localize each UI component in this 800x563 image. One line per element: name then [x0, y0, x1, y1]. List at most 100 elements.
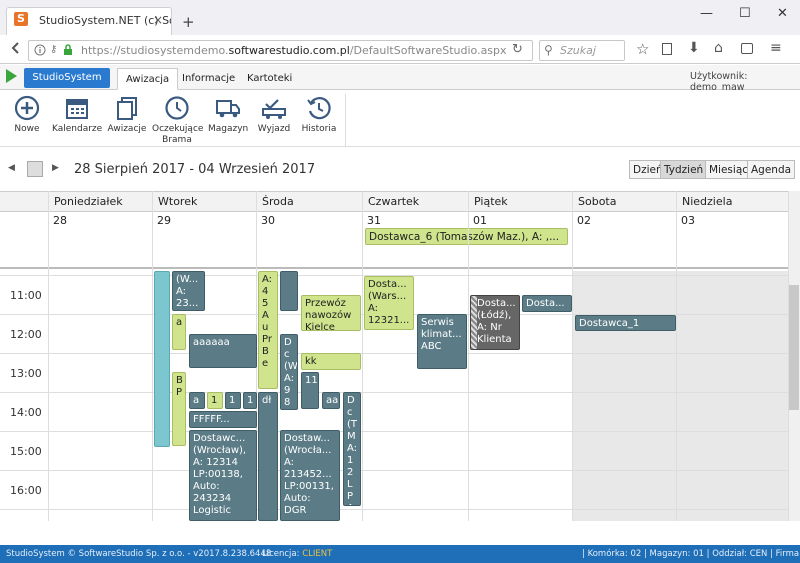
allday-event[interactable]: Dostawca_6 (Tomaszów Maz.), A: ,... — [365, 228, 568, 245]
documents-icon — [117, 97, 137, 120]
column-line — [362, 191, 363, 521]
event-block[interactable]: Dosta... — [522, 295, 572, 312]
event-block[interactable]: 1 — [243, 392, 257, 409]
event-block[interactable]: Dostawca_1 — [575, 315, 676, 331]
awizacje-label: Awizacje — [107, 124, 147, 134]
url-bar[interactable]: https://studiosystemdemo.softwarestudio.… — [28, 40, 533, 61]
kalendarze-label: Kalendarze — [52, 124, 103, 134]
event-block[interactable]: Przewóz nawozów Kielce — [301, 295, 361, 331]
reload-icon[interactable]: ↻ — [512, 42, 523, 57]
tab-kartoteki[interactable]: Kartoteki — [239, 68, 300, 90]
brama-label: Brama — [162, 135, 192, 145]
event-block[interactable]: Dostaw... (Wrocła... A: 213452... LP:001… — [280, 430, 340, 521]
scrollbar-thumb[interactable] — [789, 285, 799, 410]
day-number-tue: 29 — [157, 214, 171, 227]
minimize-button[interactable]: — — [700, 6, 713, 21]
oczekujace-button[interactable]: Oczekujące Brama — [152, 95, 203, 146]
view-week-button[interactable]: Tydzień — [660, 160, 708, 179]
window-close-button[interactable]: ✕ — [777, 6, 788, 21]
tab-close-icon[interactable]: × — [153, 13, 163, 27]
hour-label: 14:00 — [10, 406, 42, 419]
event-block[interactable]: 11 — [301, 372, 319, 409]
column-line — [676, 191, 677, 521]
day-number-thu: 31 — [367, 214, 381, 227]
date-picker-icon[interactable] — [27, 161, 43, 177]
event-block[interactable]: kk — [301, 353, 361, 370]
event-block[interactable]: (W... A: 23... — [172, 271, 205, 311]
day-header-fri: Piątek — [468, 191, 572, 212]
truck-check-icon — [262, 99, 286, 119]
event-block[interactable]: FFFFF... — [189, 411, 257, 428]
view-agenda-button[interactable]: Agenda — [747, 160, 796, 179]
hour-label: 15:00 — [10, 445, 42, 458]
status-info: | Komórka: 02 | Magazyn: 01 | Oddział: C… — [582, 549, 800, 559]
user-label: Użytkownik: demo_maw — [690, 71, 748, 93]
event-block[interactable]: aa — [322, 392, 340, 409]
day-number-fri: 01 — [473, 214, 487, 227]
event-block[interactable]: A: 45 Au Pr Be — [258, 271, 278, 389]
play-icon[interactable] — [6, 69, 17, 83]
view-month-button[interactable]: Miesiąc — [705, 160, 753, 179]
reader-list-icon[interactable] — [662, 43, 672, 55]
ribbon-divider — [345, 94, 346, 146]
event-block[interactable]: a — [189, 392, 205, 409]
hour-label: 13:00 — [10, 367, 42, 380]
hour-row — [0, 353, 788, 392]
wyjazd-label: Wyjazd — [257, 124, 291, 134]
event-block[interactable]: Dostawc... (Wrocław), A: 12314 LP:00138,… — [189, 430, 257, 521]
hour-row — [0, 392, 788, 431]
info-icon[interactable] — [34, 44, 46, 59]
prev-week-icon[interactable]: ◀ — [8, 163, 15, 173]
event-block[interactable]: Dosta... (Wars... A: 12321... — [364, 276, 414, 330]
magazyn-button[interactable]: Magazyn — [208, 95, 248, 135]
event-block[interactable]: Dc (T M A: 12 LP Au D\ 12 — [343, 392, 361, 506]
day-number-sun: 03 — [681, 214, 695, 227]
column-line — [572, 191, 573, 521]
awizacje-button[interactable]: Awizacje — [106, 95, 148, 135]
event-block[interactable]: B P — [172, 372, 186, 446]
day-number-mon: 28 — [53, 214, 67, 227]
search-icon: ⚲ — [544, 43, 553, 57]
tab-awizacja[interactable]: Awizacja — [117, 68, 179, 90]
next-week-icon[interactable]: ▶ — [52, 163, 59, 173]
hour-label: 11:00 — [10, 289, 42, 302]
browser-tab[interactable]: StudioSystem.NET (c) Softw — [6, 7, 172, 35]
tab-informacje[interactable]: Informacje — [174, 68, 243, 90]
bookmark-star-icon[interactable]: ☆ — [636, 40, 649, 58]
home-icon[interactable]: ⌂ — [714, 40, 723, 56]
magazyn-label: Magazyn — [208, 124, 249, 134]
event-block[interactable]: Serwis klimat... ABC — [417, 314, 467, 369]
event-block[interactable] — [280, 271, 298, 311]
hour-row — [0, 509, 788, 521]
event-block[interactable] — [154, 271, 170, 447]
back-icon[interactable] — [8, 40, 24, 60]
hour-row — [0, 470, 788, 509]
historia-button[interactable]: Historia — [300, 95, 338, 135]
event-block[interactable]: Dc (W A: 98 LP Au — [280, 334, 298, 410]
event-block[interactable]: a — [172, 314, 186, 350]
license-value: CLIENT — [302, 549, 333, 559]
nowe-button[interactable]: Nowe — [10, 95, 44, 135]
event-block[interactable]: 1 — [207, 392, 223, 409]
date-range-title: 28 Sierpień 2017 - 04 Wrzesień 2017 — [74, 162, 316, 177]
studiosystem-button[interactable]: StudioSystem — [24, 68, 110, 88]
menu-icon[interactable]: ≡ — [770, 40, 782, 56]
day-header-sat: Sobota — [572, 191, 676, 212]
download-icon[interactable]: ⬇ — [688, 40, 700, 56]
maximize-button[interactable]: ☐ — [739, 6, 751, 21]
license-label: Licencja: — [262, 549, 300, 559]
event-block[interactable]: 1 — [225, 392, 241, 409]
kalendarze-button[interactable]: Kalendarze — [52, 95, 102, 135]
plus-circle-icon — [14, 95, 40, 121]
event-block[interactable]: dł — [258, 392, 278, 521]
wyjazd-button[interactable]: Wyjazd — [256, 95, 292, 135]
event-block[interactable]: Dosta... (Łódź), A: Nr Klienta — [470, 295, 520, 350]
day-number-wed: 30 — [261, 214, 275, 227]
hour-label: 16:00 — [10, 484, 42, 497]
column-line — [152, 191, 153, 521]
new-tab-button[interactable]: + — [182, 13, 195, 31]
event-block[interactable]: aaaaaa — [189, 334, 257, 368]
favicon-icon: S — [14, 12, 28, 26]
hour-row — [0, 431, 788, 470]
pocket-icon[interactable] — [741, 43, 753, 54]
